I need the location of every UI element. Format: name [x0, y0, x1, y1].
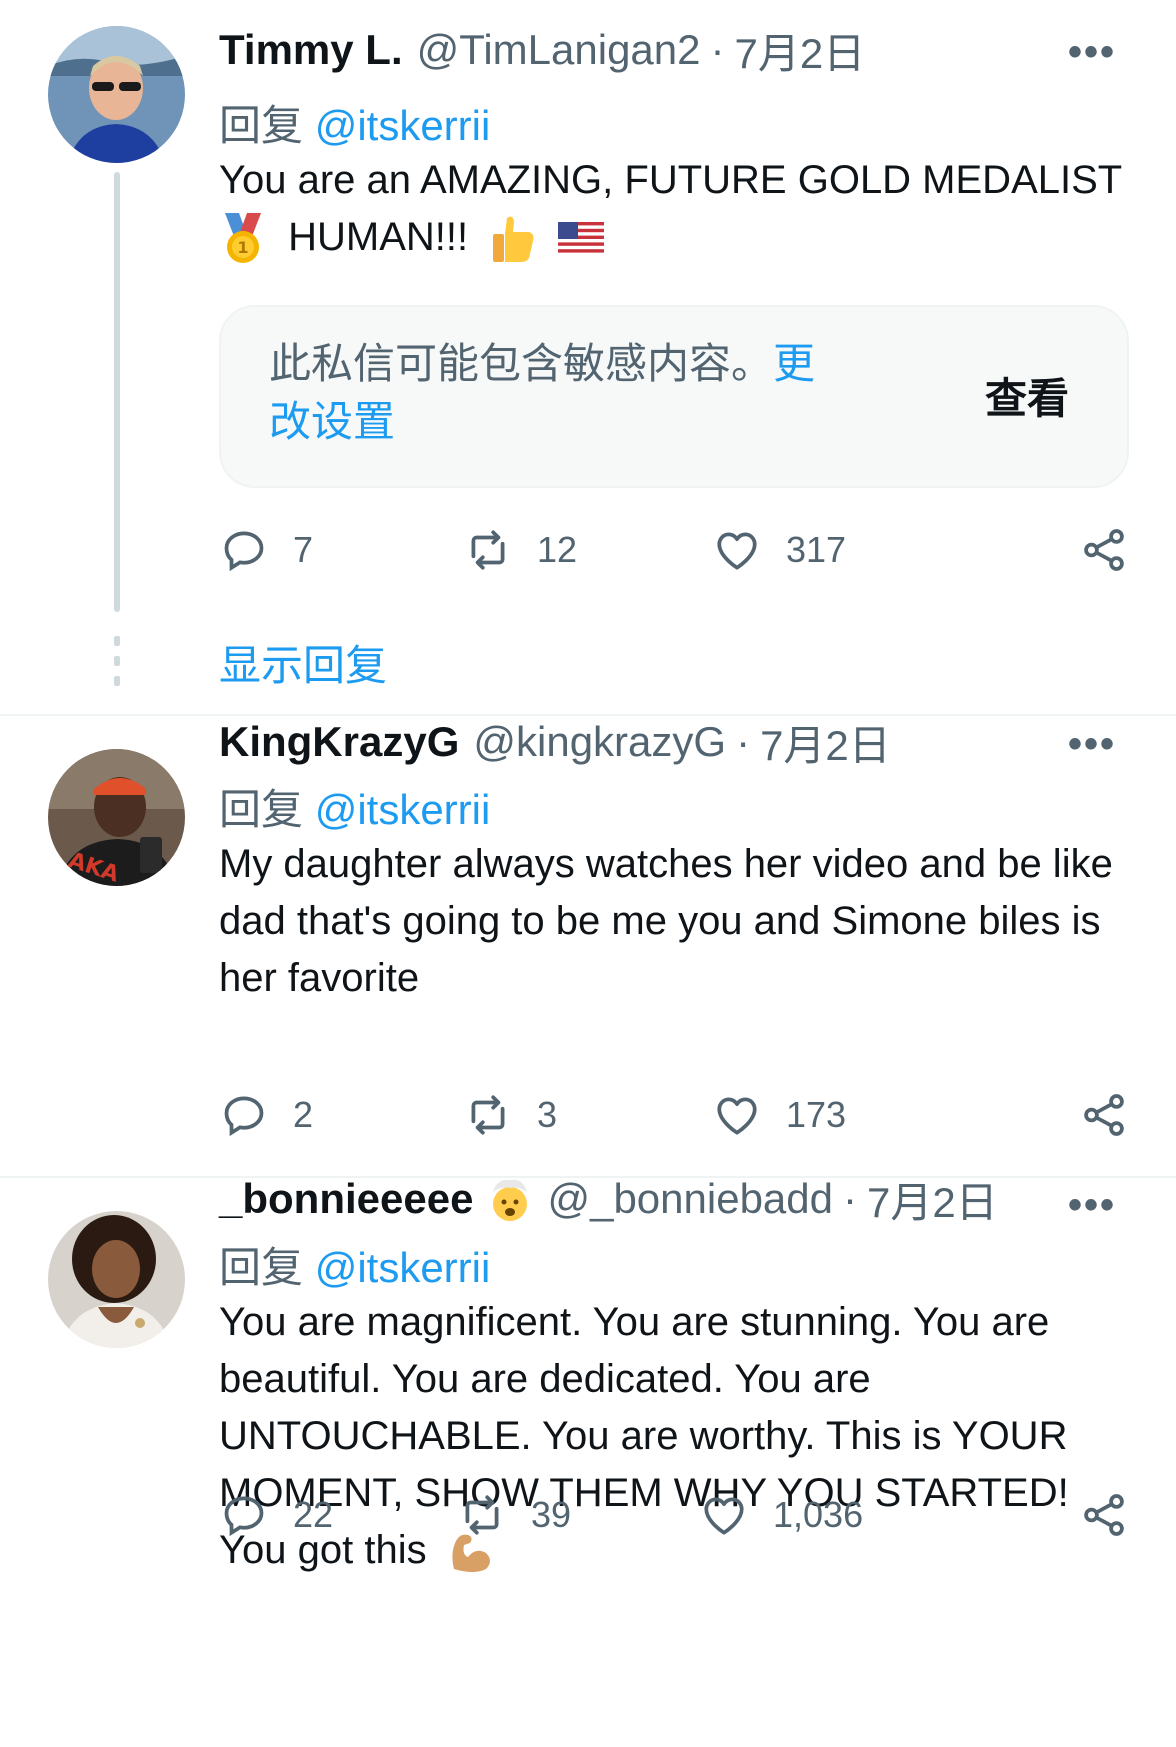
avatar[interactable] [48, 26, 185, 163]
user-handle[interactable]: @_bonniebadd [547, 1175, 833, 1223]
reply-button[interactable]: 22 [219, 1485, 333, 1545]
user-handle[interactable]: @kingkrazyG [473, 718, 726, 766]
thread-dots [113, 636, 121, 696]
sensitive-content-notice: 此私信可能包含敏感内容。更改设置 查看 [219, 305, 1129, 488]
tweet-1[interactable]: Timmy L. @TimLanigan2 · 7月2日 ••• 回复 @its… [0, 0, 1176, 715]
share-icon [1084, 1094, 1124, 1136]
display-name[interactable]: _bonnieeeee [219, 1175, 473, 1223]
sensitive-message-text: 此私信可能包含敏感内容。 [269, 340, 774, 387]
mention-link[interactable]: @itskerrii [315, 1244, 491, 1291]
tweet-text: My daughter always watches her video and… [219, 842, 1113, 1000]
tweet-3[interactable]: _bonnieeeee @_bonniebadd · 7月2日 ••• 回复 @… [0, 1175, 1176, 1747]
tweet-text-line: You are an AMAZING, FUTURE GOLD MEDALIST [219, 158, 1123, 202]
thumbs-up-icon [493, 217, 534, 263]
avatar[interactable] [48, 1211, 185, 1348]
tweet-date[interactable]: 7月2日 [760, 712, 891, 773]
reply-count: 7 [293, 529, 314, 570]
retweet-button[interactable]: 3 [463, 1085, 557, 1145]
share-icon [1084, 529, 1124, 571]
replying-prefix: 回复 [219, 102, 304, 149]
replying-to: 回复 @itskerrii [219, 92, 490, 153]
separator: · [843, 1175, 858, 1222]
reply-icon [224, 1496, 264, 1537]
display-name[interactable]: KingKrazyG [219, 718, 459, 766]
mention-link[interactable]: @itskerrii [315, 102, 491, 149]
avatar[interactable]: AKA [48, 749, 185, 886]
share-button[interactable] [1079, 525, 1129, 580]
reply-count: 2 [293, 1094, 314, 1135]
reply-button[interactable]: 7 [219, 520, 313, 580]
exploding-head-icon [493, 1179, 528, 1221]
1st-place-medal-icon: 1 [225, 213, 261, 264]
tweet-text-segment: HUMAN!!! [288, 215, 469, 259]
more-options-icon[interactable]: ••• [1068, 1183, 1116, 1228]
more-options-icon[interactable]: ••• [1068, 722, 1116, 767]
retweet-count: 12 [537, 529, 578, 570]
replying-to: 回复 @itskerrii [219, 1234, 490, 1295]
replying-prefix: 回复 [219, 786, 304, 833]
mention-link[interactable]: @itskerrii [315, 786, 491, 833]
us-flag-icon [558, 222, 605, 257]
retweet-button[interactable]: 12 [463, 520, 577, 580]
share-button[interactable] [1079, 1090, 1129, 1145]
sensitive-message: 此私信可能包含敏感内容。更改设置 [269, 335, 829, 451]
reply-button[interactable]: 2 [219, 1085, 313, 1145]
retweet-count: 39 [531, 1494, 572, 1535]
retweet-icon [471, 1095, 505, 1135]
more-options-icon[interactable]: ••• [1068, 30, 1116, 75]
like-count: 1,036 [773, 1494, 864, 1535]
reply-count: 22 [293, 1494, 334, 1535]
heart-icon [717, 1097, 757, 1135]
avatar-image: AKA [48, 749, 185, 886]
replying-to: 回复 @itskerrii [219, 776, 490, 837]
tweet-2[interactable]: AKA KingKrazyG @kingkrazyG · 7月2日 ••• 回复… [0, 716, 1176, 1176]
user-handle[interactable]: @TimLanigan2 [417, 26, 701, 74]
display-name[interactable]: Timmy L. [219, 26, 403, 74]
reply-icon [224, 531, 264, 572]
replying-prefix: 回复 [219, 1244, 304, 1291]
retweet-count: 3 [537, 1094, 558, 1135]
share-icon [1084, 1494, 1124, 1536]
reply-icon [224, 1096, 264, 1137]
tweet-text-line: 1 HUMAN!!! [219, 209, 1129, 266]
tweet-header: KingKrazyG @kingkrazyG · 7月2日 [219, 712, 891, 772]
share-button[interactable] [1079, 1490, 1129, 1545]
separator: · [710, 26, 725, 73]
tweet-actions: 2 3 173 [219, 1085, 1129, 1145]
separator: · [736, 718, 751, 765]
tweet-actions: 22 39 1,036 [219, 1485, 1129, 1545]
heart-icon [704, 1497, 744, 1535]
tweet-header: Timmy L. @TimLanigan2 · 7月2日 [219, 20, 865, 80]
thread-line [114, 172, 120, 612]
retweet-button[interactable]: 39 [457, 1485, 571, 1545]
like-button[interactable]: 317 [712, 520, 846, 580]
tweet-text: You are an AMAZING, FUTURE GOLD MEDALIST… [219, 152, 1129, 266]
svg-text:1: 1 [237, 238, 248, 257]
view-button[interactable]: 查看 [985, 365, 1069, 426]
like-count: 173 [786, 1094, 847, 1135]
avatar-image [48, 1211, 185, 1348]
like-button[interactable]: 173 [712, 1085, 846, 1145]
show-replies-link[interactable]: 显示回复 [219, 632, 387, 693]
like-count: 317 [786, 529, 847, 570]
tweet-date[interactable]: 7月2日 [867, 1169, 998, 1230]
retweet-icon [471, 530, 505, 570]
tweet-date[interactable]: 7月2日 [735, 20, 866, 81]
retweet-icon [465, 1495, 499, 1535]
avatar-image [48, 26, 185, 163]
tweet-actions: 7 12 317 [219, 520, 1129, 580]
heart-icon [717, 532, 757, 570]
like-button[interactable]: 1,036 [699, 1485, 863, 1545]
tweet-header: _bonnieeeee @_bonniebadd · 7月2日 [219, 1169, 998, 1229]
